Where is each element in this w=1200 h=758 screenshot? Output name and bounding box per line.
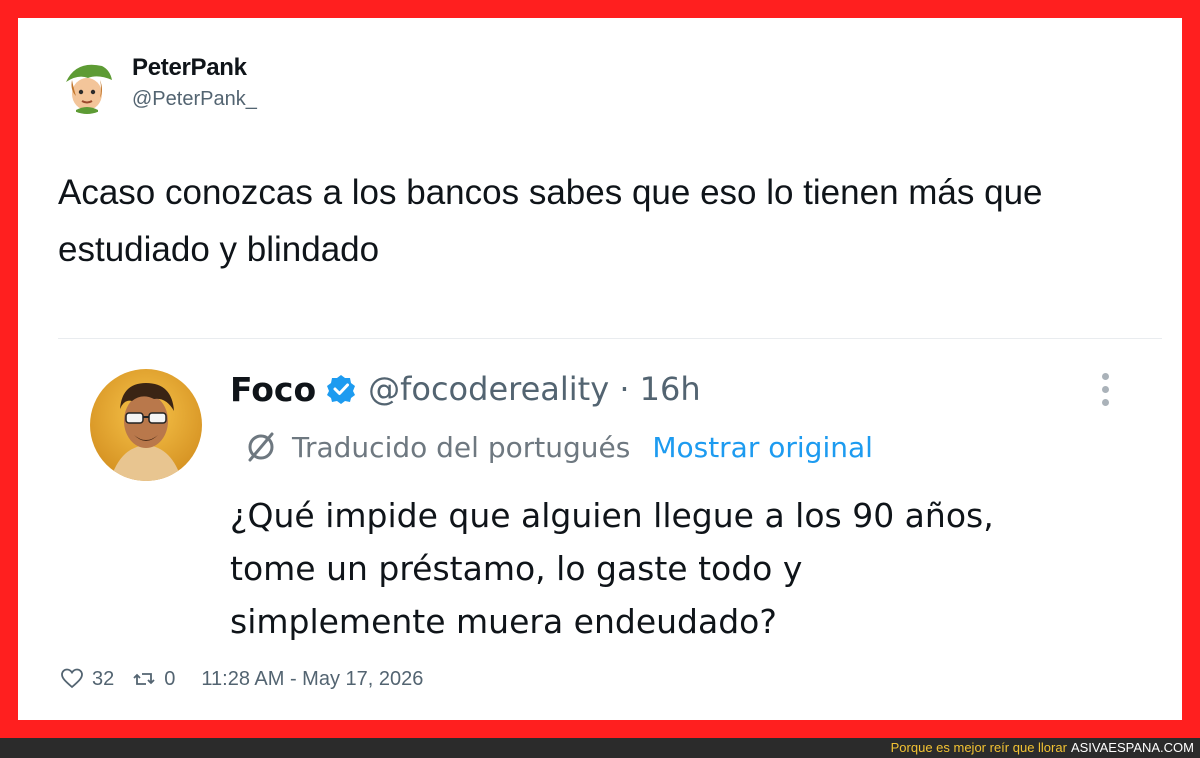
tweet-text: Acaso conozcas a los bancos sabes que es… <box>58 173 1043 269</box>
show-original-link[interactable]: Mostrar original <box>652 431 873 464</box>
verified-badge-icon <box>327 375 356 404</box>
quoted-tweet[interactable]: Foco @focodereality · 16h Traducido del … <box>58 338 1162 659</box>
quoted-name[interactable]: Foco <box>230 370 316 409</box>
globe-icon <box>248 432 274 462</box>
more-options-icon[interactable] <box>1102 373 1110 413</box>
quoted-header: Foco @focodereality · 16h <box>230 367 701 411</box>
footer-slogan: Porque es mejor reír que llorar <box>890 740 1067 755</box>
quoted-text: ¿Qué impide que alguien llegue a los 90 … <box>230 496 994 641</box>
footer-site[interactable]: ASIVAESPANA.COM <box>1071 740 1194 755</box>
translated-label: Traducido del portugués <box>292 430 631 464</box>
retweet-icon[interactable] <box>132 667 156 691</box>
translation-row: Traducido del portugués Mostrar original <box>244 425 873 469</box>
heart-icon[interactable] <box>60 667 84 691</box>
author-avatar[interactable] <box>58 56 116 114</box>
tweet-meta: 32 0 11:28 AM - May 17, 2026 <box>60 664 423 694</box>
retweet-count: 0 <box>164 667 176 690</box>
tweet-card: PeterPank @PeterPank_ Acaso conozcas a l… <box>18 18 1182 720</box>
timestamp[interactable]: 11:28 AM - May 17, 2026 <box>201 668 423 691</box>
quoted-avatar[interactable] <box>90 369 202 481</box>
like-count: 32 <box>92 667 115 690</box>
author-handle[interactable]: @PeterPank_ <box>132 88 257 111</box>
author-name[interactable]: PeterPank <box>132 54 247 82</box>
site-footer: Porque es mejor reír que llorar ASIVAESPA… <box>0 738 1200 758</box>
quoted-handle[interactable]: @focodereality · 16h <box>368 370 701 408</box>
